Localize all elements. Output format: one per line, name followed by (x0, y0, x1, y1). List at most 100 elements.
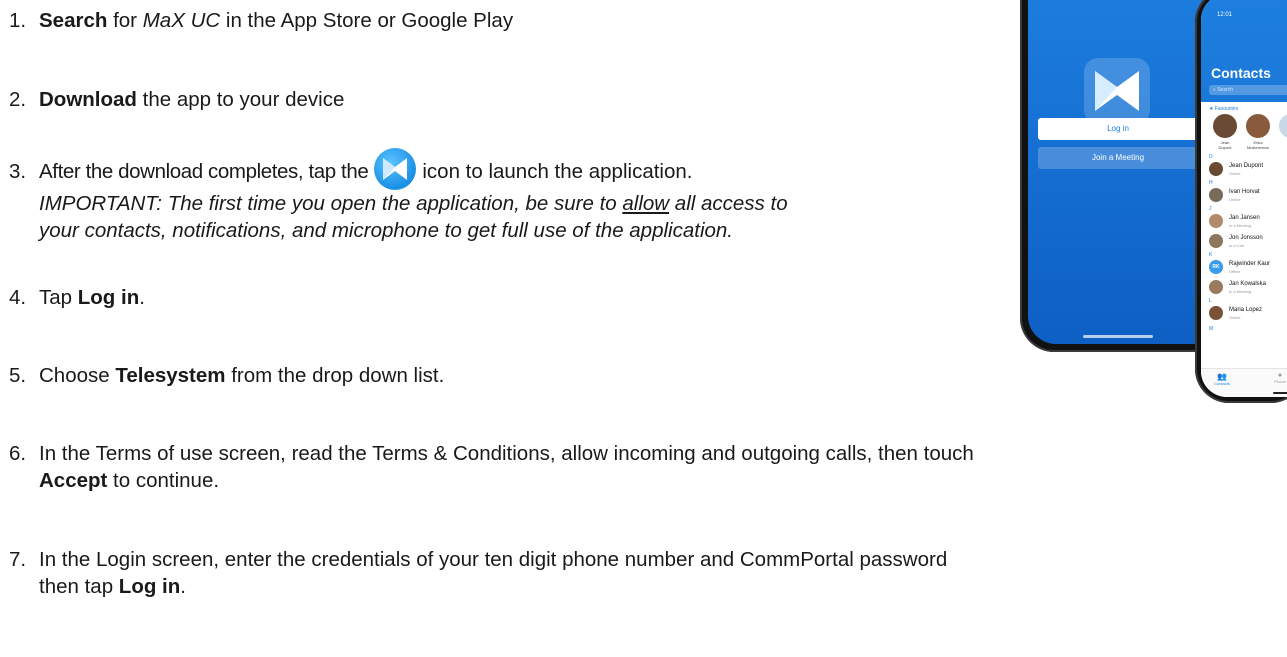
contact-name: Maria Lopez (1229, 307, 1263, 313)
step-number: 4. (9, 286, 27, 309)
step-number: 3. (9, 160, 27, 183)
search-placeholder: Search (1217, 87, 1234, 93)
step-text: After the download completes, tap the (39, 160, 369, 183)
section-letter: K (1209, 252, 1213, 258)
section-letter: H (1209, 180, 1213, 186)
favourites-text: Favourites (1214, 106, 1239, 112)
contact-status: Online (1229, 315, 1241, 320)
avatar (1213, 114, 1237, 138)
step-text: the app to your device (136, 88, 345, 111)
fav-name: Jean Dupont (1210, 140, 1240, 150)
max-uc-logo-icon (1084, 58, 1150, 124)
contact-name: Rajwinder Kaur (1229, 261, 1271, 267)
step-text: . (139, 286, 145, 309)
step-keyword: Search (39, 9, 108, 32)
avatar (1209, 280, 1223, 294)
step-number: 7. (9, 548, 27, 571)
tab-contacts: 👥 Contacts (1207, 372, 1237, 386)
step-7: 7. In the Login screen, enter the credent… (9, 546, 947, 600)
important-note-line2: your contacts, notifications, and microp… (39, 219, 733, 242)
max-uc-app-icon (374, 148, 417, 190)
join-meeting-button: Join a Meeting (1038, 147, 1198, 169)
step-text: Choose (39, 364, 116, 387)
contacts-search: ⌕ Search (1209, 85, 1287, 95)
step-2: 2. Download the app to your device (9, 86, 344, 113)
contact-row: Jean Dupont Online (1209, 162, 1287, 178)
note-text: all access to (669, 192, 788, 215)
avatar: RK (1209, 260, 1223, 274)
note-emphasis: allow (622, 192, 670, 215)
app-name: MaX UC (142, 9, 221, 32)
home-indicator (1273, 392, 1287, 394)
tab-phone: ● Phone (1265, 372, 1287, 384)
step-number: 2. (9, 88, 27, 111)
phone-mockups: Log in Join a Meeting 12:01 Contacts ⌕ S… (1020, 0, 1287, 410)
contacts-title: Contacts (1211, 65, 1271, 81)
contact-row: Maria Lopez Online (1209, 306, 1287, 322)
contacts-header: 12:01 Contacts ⌕ Search (1201, 0, 1287, 102)
step-6-line2: Accept to continue. (9, 467, 974, 494)
step-number: 5. (9, 364, 27, 387)
login-button: Log in (1038, 118, 1198, 140)
contact-name: Jean Dupont (1229, 163, 1264, 169)
home-indicator (1083, 335, 1153, 338)
step-text: Tap (39, 286, 78, 309)
step-text: from the drop down list. (225, 364, 445, 387)
status-time: 12:01 (1217, 12, 1233, 18)
step-keyword: Accept (39, 469, 108, 492)
step-number: 1. (9, 9, 27, 32)
contact-row: Ivan Horvat Online (1209, 188, 1287, 204)
step-text: icon to launch the application. (422, 160, 693, 183)
tab-label: Contacts (1214, 381, 1230, 386)
contact-name: Jan Kowalska (1229, 281, 1267, 287)
contact-status: Offline (1229, 269, 1241, 274)
step-text: to continue. (107, 469, 220, 492)
contact-row: Jon Jonsson In a Call (1209, 234, 1287, 250)
step-text: for (107, 9, 143, 32)
step-keyword: Telesystem (115, 364, 226, 387)
avatar (1209, 162, 1223, 176)
avatar (1209, 188, 1223, 202)
people-icon: 👥 (1217, 372, 1227, 381)
contact-name: Jon Jonsson (1229, 235, 1263, 241)
step-3: 3. After the download completes, tap the i… (9, 148, 788, 244)
section-letter: J (1209, 206, 1212, 212)
step-text: then tap (39, 575, 119, 598)
contact-name: Ivan Horvat (1229, 189, 1260, 195)
contact-row: Jan Jansen In a Meeting (1209, 214, 1287, 230)
fav-last: Mustermann (1246, 145, 1270, 150)
fav-name: Erika Mustermann (1243, 140, 1273, 150)
contact-row: Jan Kowalska In a Meeting (1209, 280, 1287, 296)
contact-status: Online (1229, 171, 1241, 176)
phone-icon: ● (1277, 372, 1283, 379)
favourites-label: ★ Favourites (1209, 106, 1239, 112)
step-keyword: Log in (77, 286, 140, 309)
step-7-line2: then tap Log in. (9, 573, 947, 600)
contact-status: In a Meeting (1229, 289, 1252, 294)
instructions-document: 1. Search for MaX UC in the App Store or … (0, 0, 1287, 657)
step-text: in the App Store or Google Play (220, 9, 514, 32)
avatar (1209, 306, 1223, 320)
avatar (1246, 114, 1270, 138)
contact-status: In a Meeting (1229, 223, 1252, 228)
contact-name: Jan Jansen (1229, 215, 1260, 221)
section-letter: M (1209, 326, 1214, 332)
contact-status: In a Call (1229, 243, 1244, 248)
tab-label: Phone (1274, 379, 1286, 384)
step-6: 6. In the Terms of use screen, read the T… (9, 440, 974, 494)
avatar (1209, 234, 1223, 248)
step-5: 5. Choose Telesystem from the drop down l… (9, 362, 444, 389)
contacts-screen: 12:01 Contacts ⌕ Search ★ Favourites Jea… (1201, 0, 1287, 397)
contact-row: RK Rajwinder Kaur Offline (1209, 260, 1287, 276)
step-number: 6. (9, 442, 27, 465)
step-text: In the Login screen, enter the credentia… (39, 548, 948, 571)
step-text: . (180, 575, 186, 598)
avatar (1209, 214, 1223, 228)
section-letter: L (1209, 298, 1212, 304)
contact-status: Online (1229, 197, 1241, 202)
step-1: 1. Search for MaX UC in the App Store or … (9, 7, 513, 34)
avatar (1279, 114, 1287, 138)
login-screen: Log in Join a Meeting (1028, 0, 1222, 344)
section-letter: D (1209, 154, 1213, 160)
step-4: 4. Tap Log in. (9, 284, 145, 311)
